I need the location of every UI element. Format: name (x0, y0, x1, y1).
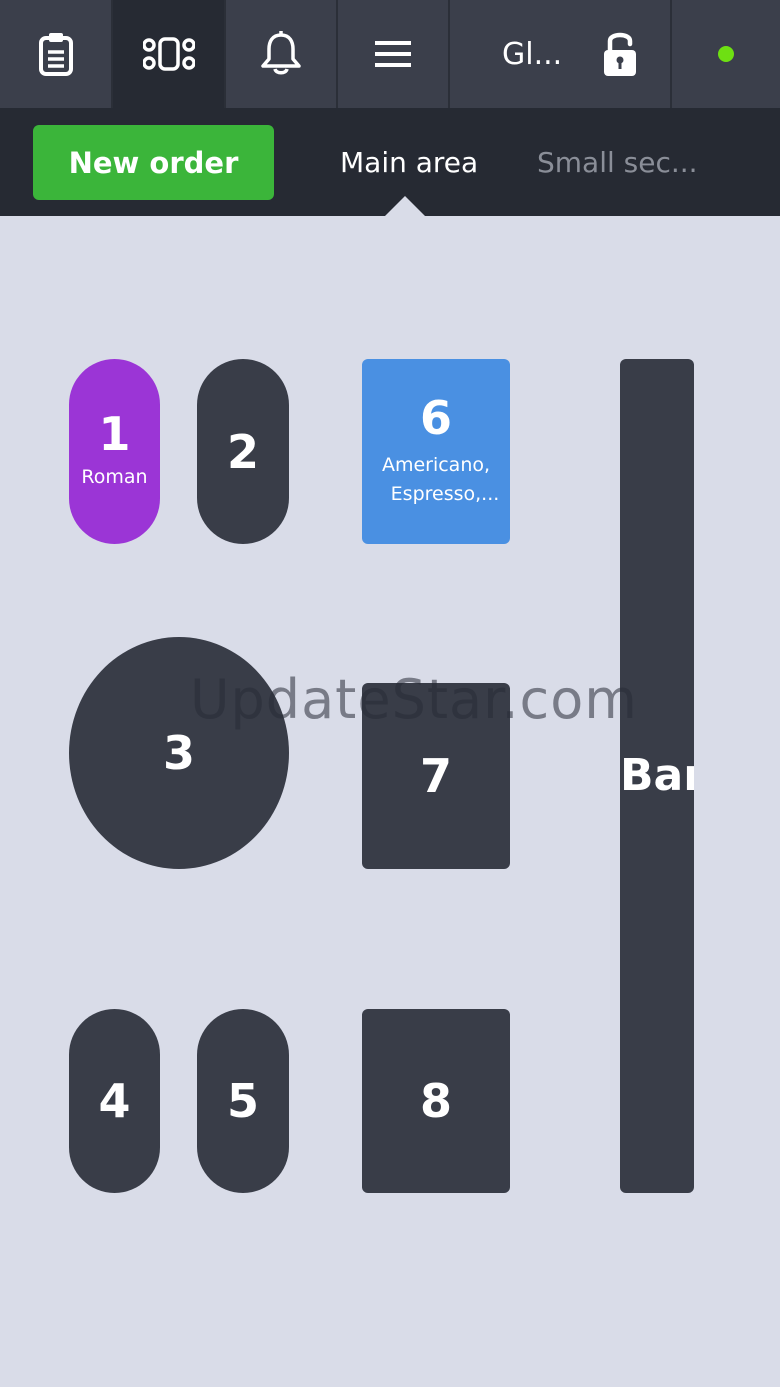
table-order-line: Americano, (381, 454, 491, 476)
orders-button[interactable] (0, 0, 113, 108)
new-order-button[interactable]: New order (33, 125, 274, 200)
table-number: 6 (419, 391, 452, 445)
table-4[interactable]: 4 (69, 1009, 160, 1193)
table-2[interactable]: 2 (197, 359, 289, 544)
status-dot (718, 46, 734, 62)
hamburger-icon (375, 41, 411, 67)
table-bar[interactable]: Bar (620, 359, 694, 1193)
notifications-button[interactable] (226, 0, 338, 108)
table-3[interactable]: 3 (69, 637, 289, 869)
table-number: 1 (98, 407, 131, 462)
table-order-line: Espresso,... (390, 482, 500, 505)
active-tab-indicator (385, 196, 425, 216)
table-number: 8 (419, 1074, 452, 1128)
user-name: Gl... (502, 36, 563, 72)
table-number: 4 (98, 1074, 131, 1128)
table-number: Bar (620, 750, 694, 801)
tables-button[interactable] (113, 0, 226, 108)
tab-small-section[interactable]: Small sec... (537, 108, 698, 216)
unlocked-padlock-icon (604, 32, 637, 76)
table-number: 7 (419, 749, 452, 803)
table-number: 3 (162, 726, 195, 780)
table-number: 5 (226, 1074, 259, 1128)
table-number: 2 (226, 424, 259, 479)
menu-button[interactable] (338, 0, 450, 108)
table-8[interactable]: 8 (362, 1009, 510, 1193)
clipboard-icon (38, 33, 73, 76)
table-guest-name: Roman (81, 466, 148, 489)
user-lock-button[interactable]: Gl... (450, 0, 672, 108)
connection-status (672, 0, 780, 108)
table-1[interactable]: 1 Roman (69, 359, 160, 544)
top-toolbar: Gl... (0, 0, 780, 108)
table-6[interactable]: 6 Americano, Espresso,... (362, 359, 510, 544)
table-layout-icon (142, 37, 195, 71)
bell-icon (261, 31, 301, 75)
table-5[interactable]: 5 (197, 1009, 289, 1193)
table-7[interactable]: 7 (362, 683, 510, 869)
